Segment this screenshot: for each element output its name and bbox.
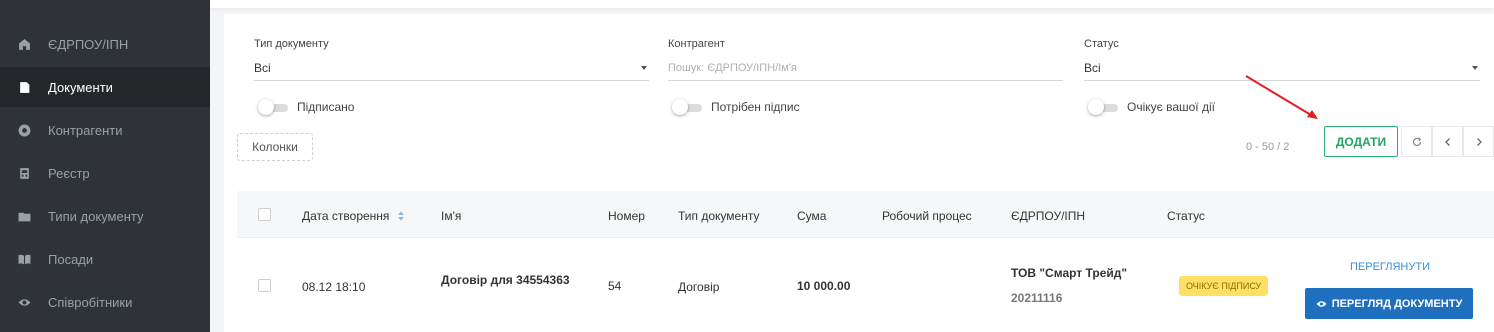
refresh-button[interactable] xyxy=(1401,126,1432,157)
book-icon xyxy=(0,253,48,266)
column-header-number[interactable]: Номер xyxy=(608,209,645,223)
status-select[interactable]: Всі xyxy=(1084,61,1101,75)
toggle-switch[interactable] xyxy=(258,99,288,115)
building-icon xyxy=(0,38,48,51)
eye-icon xyxy=(0,296,48,309)
row-edrpou: 20211116 xyxy=(1011,291,1063,305)
counterparty-label: Контрагент xyxy=(668,38,725,50)
register-icon xyxy=(0,167,48,180)
sidebar-item-register[interactable]: Реєстр xyxy=(0,153,210,193)
column-header-name[interactable]: Ім'я xyxy=(441,209,461,223)
view-document-button[interactable]: ПЕРЕГЛЯД ДОКУМЕНТУ xyxy=(1305,288,1473,319)
main-area: Тип документу Всі Контрагент Пошук: ЄДРП… xyxy=(210,0,1494,332)
view-document-label: ПЕРЕГЛЯД ДОКУМЕНТУ xyxy=(1331,297,1463,310)
table-header: Дата створення Ім'я Номер Тип документу … xyxy=(237,191,1494,237)
document-icon xyxy=(0,81,48,94)
documents-panel: Тип документу Всі Контрагент Пошук: ЄДРП… xyxy=(224,14,1494,332)
awaiting-action-toggle-label: Очікує вашої дії xyxy=(1127,100,1215,114)
chevron-right-icon xyxy=(1476,137,1482,146)
next-page-button[interactable] xyxy=(1463,126,1494,157)
need-signature-toggle-label: Потрібен підпис xyxy=(711,100,800,114)
chevron-down-icon[interactable] xyxy=(641,66,647,70)
sidebar-item-counterparties[interactable]: Контрагенти xyxy=(0,110,210,150)
counterparty-underline xyxy=(668,80,1063,81)
row-name[interactable]: Договір для 34554363 xyxy=(441,273,570,287)
sidebar-item-label: Реєстр xyxy=(48,165,90,181)
row-company: ТОВ "Смарт Трейд" xyxy=(1011,266,1128,280)
awaiting-action-toggle[interactable]: Очікує вашої дії xyxy=(1088,99,1215,115)
signed-toggle[interactable]: Підписано xyxy=(258,99,355,115)
signed-toggle-label: Підписано xyxy=(297,100,355,114)
sort-icon[interactable] xyxy=(397,211,405,221)
sidebar-item-documents[interactable]: Документи xyxy=(0,67,210,107)
sidebar-item-employees[interactable]: Співробітники xyxy=(0,282,210,322)
eye-icon xyxy=(1316,300,1327,307)
row-number: 54 xyxy=(608,279,622,293)
column-header-workflow[interactable]: Робочий процес xyxy=(882,209,972,223)
row-checkbox[interactable] xyxy=(258,279,271,292)
refresh-icon xyxy=(1412,136,1421,146)
sidebar-item-label: ЄДРПОУ/ІПН xyxy=(48,36,129,52)
sidebar-item-label: Посади xyxy=(48,251,94,267)
row-divider xyxy=(237,237,1494,238)
sidebar-item-positions[interactable]: Посади xyxy=(0,239,210,279)
column-header-amount[interactable]: Сума xyxy=(797,209,826,223)
coin-icon xyxy=(0,124,48,137)
sidebar-item-label: Контрагенти xyxy=(48,122,123,138)
toggle-switch[interactable] xyxy=(1088,99,1118,115)
top-bar xyxy=(210,0,1494,8)
view-link[interactable]: ПЕРЕГЛЯНУТИ xyxy=(1350,261,1430,273)
sidebar-item-edrpou[interactable]: ЄДРПОУ/ІПН xyxy=(0,24,210,64)
doc-type-select[interactable]: Всі xyxy=(254,61,271,75)
chevron-left-icon xyxy=(1444,137,1450,146)
need-signature-toggle[interactable]: Потрібен підпис xyxy=(672,99,800,115)
column-header-doc-type[interactable]: Тип документу xyxy=(678,209,759,223)
sidebar-item-label: Документи xyxy=(48,79,113,95)
row-doc-type: Договір xyxy=(678,280,720,294)
status-badge: ОЧІКУЄ ПІДПИСУ xyxy=(1179,276,1269,296)
annotation-arrow-icon xyxy=(1245,75,1318,119)
status-label: Статус xyxy=(1084,38,1119,50)
sidebar: ЄДРПОУ/ІПН Документи Контрагенти Реєстр … xyxy=(0,0,210,332)
toggle-switch[interactable] xyxy=(672,99,702,115)
column-header-edrpou[interactable]: ЄДРПОУ/ІПН xyxy=(1011,209,1085,223)
doc-type-underline xyxy=(254,80,649,81)
column-header-status[interactable]: Статус xyxy=(1167,209,1205,223)
counterparty-search-input[interactable]: Пошук: ЄДРПОУ/ІПН/Ім'я xyxy=(668,62,797,74)
columns-button[interactable]: Колонки xyxy=(237,133,313,161)
sidebar-item-label: Типи документу xyxy=(48,208,144,224)
pagination-info: 0 - 50 / 2 xyxy=(1246,141,1290,153)
column-header-created[interactable]: Дата створення xyxy=(302,209,405,223)
row-created: 08.12 18:10 xyxy=(302,280,366,294)
column-header-created-label: Дата створення xyxy=(302,209,390,223)
add-button[interactable]: ДОДАТИ xyxy=(1324,126,1398,157)
row-amount: 10 000.00 xyxy=(797,279,851,293)
folder-icon xyxy=(0,210,48,223)
sidebar-item-doc-types[interactable]: Типи документу xyxy=(0,196,210,236)
select-all-checkbox[interactable] xyxy=(258,208,271,221)
prev-page-button[interactable] xyxy=(1432,126,1463,157)
doc-type-label: Тип документу xyxy=(254,38,329,50)
chevron-down-icon[interactable] xyxy=(1472,66,1478,70)
sidebar-item-label: Співробітники xyxy=(48,294,133,310)
